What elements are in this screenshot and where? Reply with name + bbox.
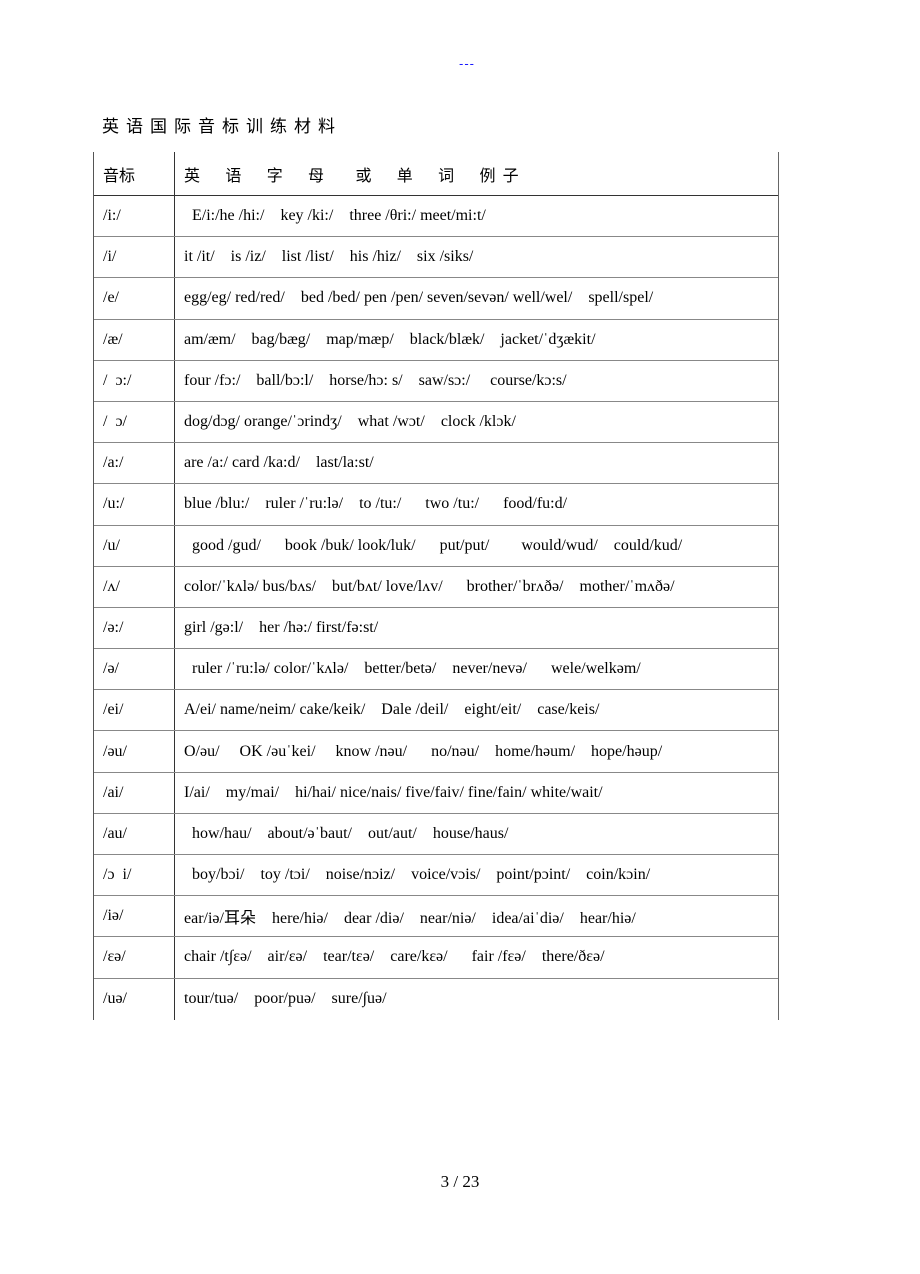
table-row: / ɔ/dog/dɔg/ orange/ˈɔrindʒ/ what /wɔt/ … [94,401,778,444]
example-words: how/hau/ about/əˈbaut/ out/aut/ house/ha… [184,824,509,842]
phonetic-symbol: /au/ [94,813,175,854]
phonetic-symbol: /u/ [94,525,175,566]
phonetic-symbol: /εə/ [94,937,175,978]
example-words: it /it/ is /iz/ list /list/ his /hiz/ si… [184,248,474,266]
example-words: boy/bɔi/ toy /tɔi/ noise/nɔiz/ voice/vɔi… [184,866,651,884]
example-words: E/i:/he /hi:/ key /ki:/ three /θri:/ mee… [184,207,486,225]
table-row: /e/egg/eg/ red/red/ bed /bed/ pen /pen/ … [94,278,778,320]
example-words: am/æm/ bag/bæg/ map/mæp/ black/blæk/ jac… [184,330,596,348]
example-words: girl /gə:l/ her /hə:/ first/fə:st/ [184,618,379,636]
example-words: chair /t∫εə/ air/εə/ tear/tεə/ care/kεə/… [184,948,605,966]
phonetic-symbol: /ə/ [94,649,175,690]
page-number: 3 / 23 [440,1172,480,1191]
table-row: /au/ how/hau/ about/əˈbaut/ out/aut/ hou… [94,813,778,855]
table-row: /u/ good /gud/ book /buk/ look/luk/ put/… [94,525,778,567]
example-words: blue /blu:/ ruler /ˈru:lə/ to /tu:/ two … [184,495,568,513]
header-examples: 英 语 字 母 或 单 词 例 子 [184,165,520,185]
phonetic-symbol: /ei/ [94,690,175,731]
table-row: /uə/tour/tuə/ poor/puə/ sure/∫uə/ [94,978,778,1020]
example-words: ear/iə/耳朵 here/hiə/ dear /diə/ near/niə/… [184,910,636,928]
table-row: /iə/ear/iə/耳朵 here/hiə/ dear /diə/ near/… [94,896,778,938]
example-words: good /gud/ book /buk/ look/luk/ put/put/… [184,536,683,554]
example-words: color/ˈkʌlə/ bus/bʌs/ but/bʌt/ love/lʌv/… [184,577,675,595]
table-row: /a:/ are /a:/ card /ka:d/ last/la:st/ [94,443,778,485]
example-words: O/əu/ OK /əuˈkei/ know /nəu/ no/nəu/ hom… [184,742,663,760]
phonetics-table: 音标 英 语 字 母 或 单 词 例 子 /i:/ E/i:/he /hi:/ … [93,152,779,1020]
phonetic-symbol: /e/ [94,278,175,319]
phonetic-symbol: / ɔ:/ [94,360,175,401]
table-row: /əu/O/əu/ OK /əuˈkei/ know /nəu/ no/nəu/… [94,731,778,773]
phonetic-symbol: /ə:/ [94,607,175,649]
table-row: /ʌ/color/ˈkʌlə/ bus/bʌs/ but/bʌt/ love/l… [94,566,778,608]
table-row: /æ/am/æm/ bag/bæg/ map/mæp/ black/blæk/ … [94,319,778,361]
example-words: are /a:/ card /ka:d/ last/la:st/ [184,454,374,472]
document-title: 英语国际音标训练材料 [102,117,342,137]
phonetic-symbol: /u:/ [94,484,175,525]
example-words: four /fɔ:/ ball/bɔ:l/ horse/hɔ: s/ saw/s… [184,371,567,389]
table-row: /ə:/ girl /gə:l/ her /hə:/ first/fə:st/ [94,607,778,650]
phonetic-symbol: /ɔ i/ [94,855,175,896]
phonetic-symbol: /a:/ [94,443,175,484]
table-row: /i/it /it/ is /iz/ list /list/ his /hiz/… [94,237,778,279]
example-words: ruler /ˈru:lə/ color/ˈkʌlə/ better/betə/… [184,660,641,678]
example-words: I/ai/ my/mai/ hi/hai/ nice/nais/ five/fa… [184,783,603,801]
example-words: A/ei/ name/neim/ cake/keik/ Dale /deil/ … [184,701,600,719]
header-mark: --- [459,56,475,71]
phonetic-symbol: /i:/ [94,196,175,237]
table-row: /ɔ i/ boy/bɔi/ toy /tɔi/ noise/nɔiz/ voi… [94,855,778,897]
phonetic-symbol: / ɔ/ [94,401,175,443]
phonetic-symbol: /æ/ [94,319,175,360]
phonetic-symbol: /i/ [94,237,175,278]
table-header-row: 音标 英 语 字 母 或 单 词 例 子 [94,152,778,196]
phonetic-symbol: /iə/ [94,896,175,937]
example-words: dog/dɔg/ orange/ˈɔrindʒ/ what /wɔt/ cloc… [184,413,516,431]
table-row: / ɔ:/ four /fɔ:/ ball/bɔ:l/ horse/hɔ: s/ … [94,360,778,402]
header-symbol: 音标 [94,152,175,195]
table-row: /εə/chair /t∫εə/ air/εə/ tear/tεə/ care/… [94,937,778,979]
phonetic-symbol: /ʌ/ [94,566,175,607]
phonetic-symbol: /ai/ [94,772,175,813]
phonetic-symbol: /uə/ [94,978,175,1020]
example-words: egg/eg/ red/red/ bed /bed/ pen /pen/ sev… [184,289,654,307]
table-row: /ə/ ruler /ˈru:lə/ color/ˈkʌlə/ better/b… [94,649,778,691]
table-row: /u:/ blue /blu:/ ruler /ˈru:lə/ to /tu:/ … [94,484,778,526]
phonetic-symbol: /əu/ [94,731,175,772]
table-row: /i:/ E/i:/he /hi:/ key /ki:/ three /θri:… [94,196,778,238]
table-row: /ei/A/ei/ name/neim/ cake/keik/ Dale /de… [94,690,778,732]
example-words: tour/tuə/ poor/puə/ sure/∫uə/ [184,990,387,1008]
table-row: /ai/I/ai/ my/mai/ hi/hai/ nice/nais/ fiv… [94,772,778,814]
